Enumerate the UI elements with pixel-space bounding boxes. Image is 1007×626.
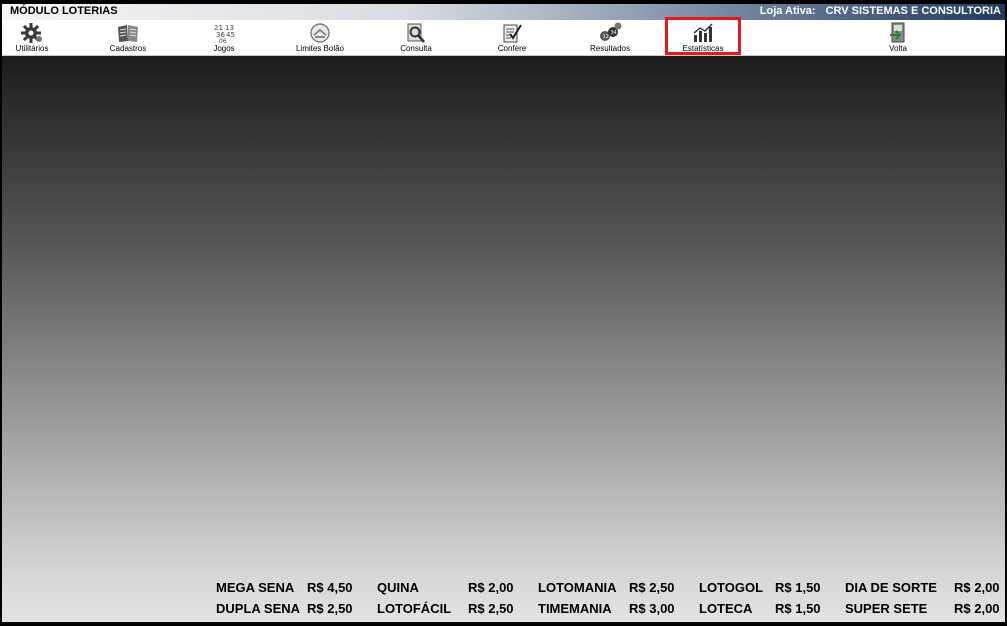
lottery-name: TIMEMANIA [538, 601, 612, 616]
module-title: MÓDULO LOTERIAS [10, 5, 118, 17]
active-store-name: CRV SISTEMAS E CONSULTORIA [825, 5, 1001, 17]
main-toolbar: Utilitários Cadastros 21 13 36 45 06 Jog… [2, 17, 1005, 56]
svg-text:34: 34 [611, 30, 617, 36]
lottery-name: DUPLA SENA [216, 601, 301, 616]
toolbar-label: Consulta [400, 44, 432, 53]
lottery-name: MEGA SENA [216, 580, 295, 595]
application-window: MÓDULO LOTERIAS Loja Ativa: CRV SISTEMAS … [2, 4, 1005, 622]
toolbar-label: Utilitários [15, 44, 49, 53]
balls-icon: 12 34 [600, 22, 622, 41]
limit-icon [310, 23, 330, 43]
toolbar-label: Estatísticas [682, 44, 724, 53]
toolbar-button-cadastros[interactable]: Cadastros [106, 20, 150, 55]
toolbar-button-resultados[interactable]: 12 34 Resultados [586, 20, 634, 55]
main-workspace [2, 56, 1005, 622]
gear-icon [21, 23, 42, 43]
lottery-price: R$ 3,00 [629, 601, 675, 616]
lottery-price: R$ 4,50 [307, 580, 353, 595]
lottery-name: QUINA [377, 580, 419, 595]
checklist-icon [503, 24, 522, 43]
toolbar-label: Resultados [589, 44, 631, 53]
svg-text:45: 45 [226, 31, 235, 39]
book-icon [118, 25, 138, 42]
toolbar-label: Volta [889, 44, 907, 53]
lottery-price: R$ 2,50 [468, 601, 514, 616]
toolbar-button-estatisticas[interactable]: Estatísticas [665, 17, 741, 55]
toolbar-label: Cadastros [109, 44, 147, 53]
active-store-label: Loja Ativa: [759, 5, 816, 17]
lottery-price: R$ 2,00 [468, 580, 514, 595]
magnifier-icon [407, 23, 425, 43]
bar-chart-icon [693, 23, 713, 42]
toolbar-button-confere[interactable]: Confere [490, 20, 534, 55]
toolbar-button-volta[interactable]: Volta [876, 20, 920, 55]
active-store: Loja Ativa: CRV SISTEMAS E CONSULTORIA [760, 5, 1001, 17]
lottery-prices-panel: MEGA SENA R$ 4,50 QUINA R$ 2,00 LOTOMANI… [216, 580, 1005, 622]
toolbar-label: Limites Bolão [295, 44, 345, 53]
lottery-name: LOTECA [699, 601, 753, 616]
toolbar-label: Jogos [213, 44, 235, 53]
lottery-name: LOTOMANIA [538, 580, 617, 595]
numbers-icon: 21 13 36 45 06 [214, 24, 235, 44]
svg-text:12: 12 [603, 34, 609, 40]
lottery-name: SUPER SETE [845, 601, 928, 616]
lottery-price: R$ 2,50 [629, 580, 675, 595]
toolbar-button-utilitarios[interactable]: Utilitários [10, 20, 54, 55]
lottery-name: LOTOGOL [699, 580, 764, 595]
toolbar-label: Confere [497, 44, 527, 53]
toolbar-button-consulta[interactable]: Consulta [394, 20, 438, 55]
toolbar-button-jogos[interactable]: 21 13 36 45 06 Jogos [202, 20, 246, 55]
lottery-name: DIA DE SORTE [845, 580, 937, 595]
exit-door-icon [890, 22, 905, 43]
lottery-price: R$ 2,00 [954, 580, 1000, 595]
title-bar: MÓDULO LOTERIAS Loja Ativa: CRV SISTEMAS … [2, 4, 1005, 20]
lottery-price: R$ 2,00 [954, 601, 1000, 616]
lottery-price: R$ 2,50 [307, 601, 353, 616]
lottery-price: R$ 1,50 [775, 601, 821, 616]
lottery-name: LOTOFÁCIL [377, 601, 452, 616]
toolbar-button-limites-bolao[interactable]: Limites Bolão [294, 20, 346, 55]
lottery-price: R$ 1,50 [775, 580, 821, 595]
